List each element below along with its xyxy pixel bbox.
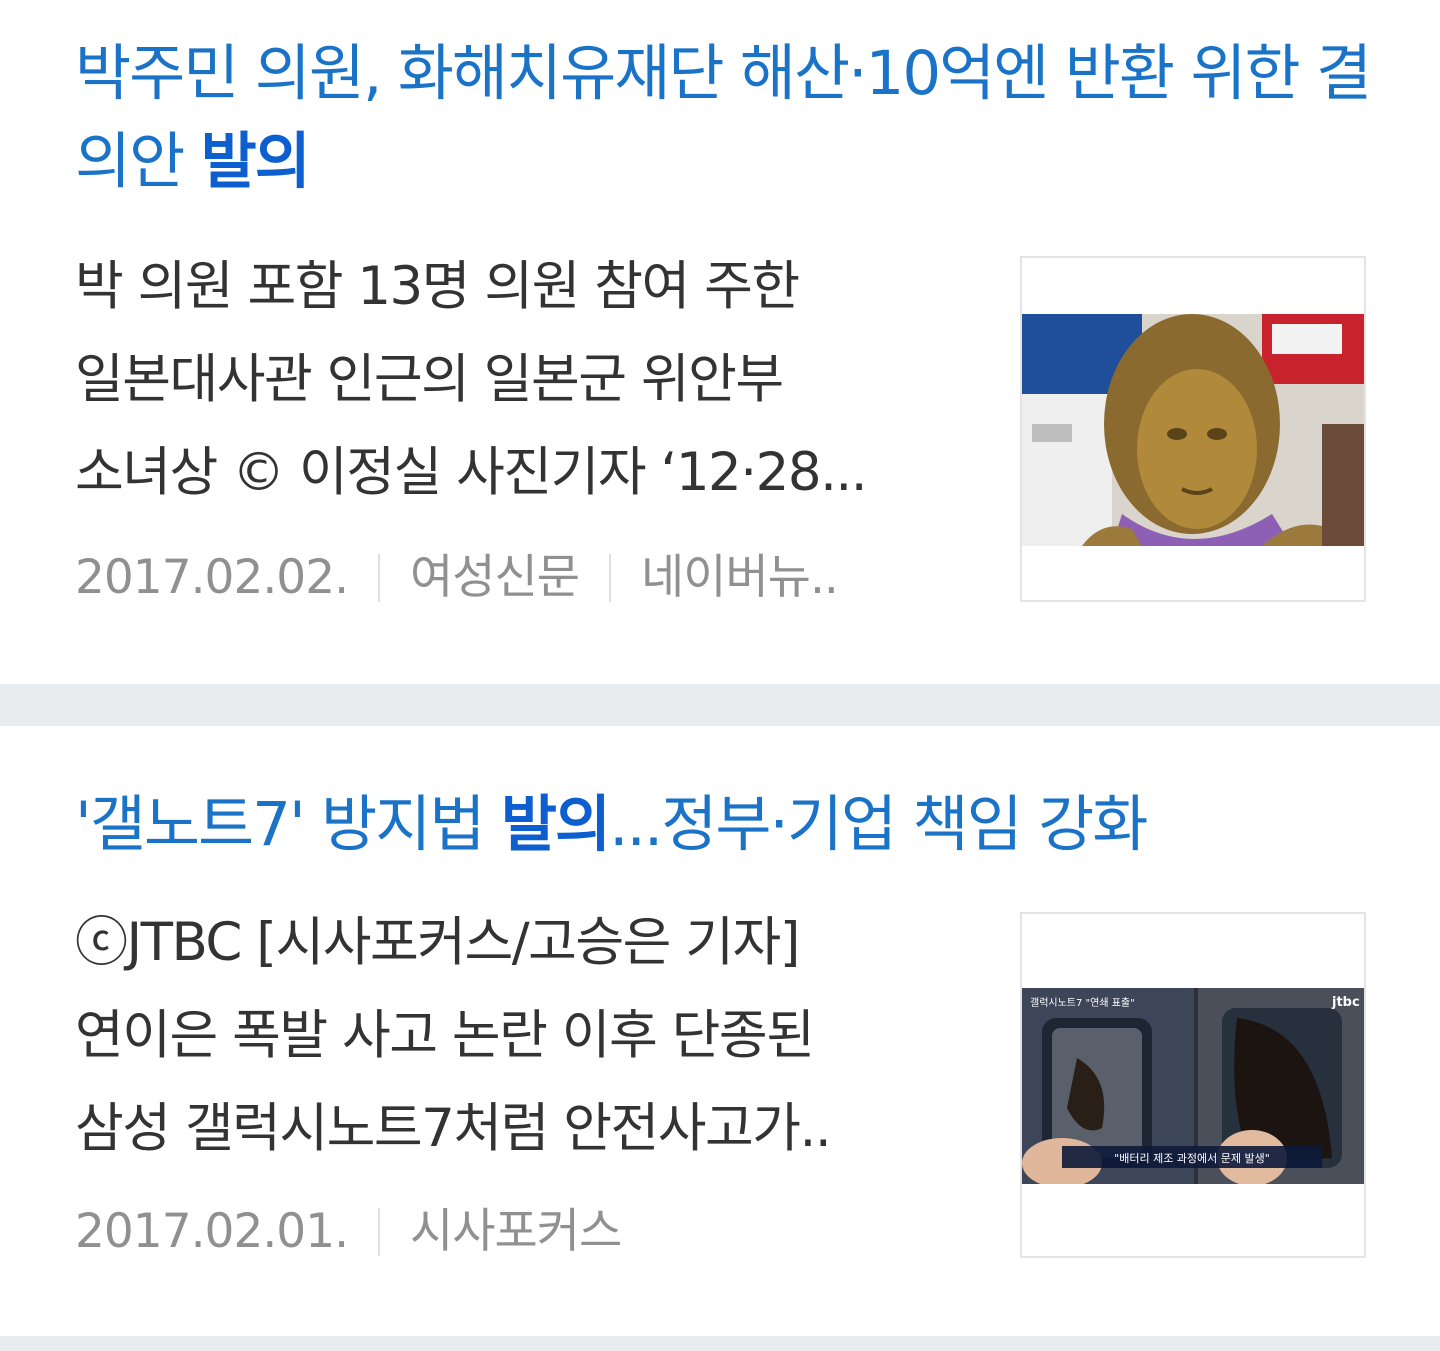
news-source[interactable]: 시사포커스 [410, 1197, 622, 1265]
news-snippet: ⓒJTBC [시사포커스/고승은 기자] 연이은 폭발 사고 논란 이후 단종된… [75, 896, 965, 1175]
naver-news-link[interactable]: 네이버뉴.. [641, 543, 839, 611]
news-title-link[interactable]: '갤노트7' 방지법 발의...정부·기업 책임 강화 [75, 781, 1375, 869]
meta-divider [378, 1207, 381, 1256]
jtbc-logo: jtbc [1331, 995, 1360, 1010]
highlight-keyword: 발의 [500, 789, 611, 860]
news-date: 2017.02.01. [75, 1203, 349, 1259]
svg-text:갤럭시노트7 "연쇄 표출": 갤럭시노트7 "연쇄 표출" [1030, 997, 1135, 1009]
news-item[interactable]: 박주민 의원, 화해치유재단 해산·10억엔 반환 위한 결의안 발의 박 의원… [0, 0, 1440, 684]
meta-divider [378, 553, 381, 602]
burnt-phone-photo-icon: 갤럭시노트7 "연쇄 표출" jtbc "배터리 제조 과정에서 문제 발생" [1022, 988, 1364, 1184]
news-source[interactable]: 여성신문 [410, 543, 580, 611]
meta-divider [609, 553, 612, 602]
title-text: ...정부·기업 책임 강화 [609, 789, 1148, 860]
burnt-phone-news-thumbnail[interactable]: 갤럭시노트7 "연쇄 표출" jtbc "배터리 제조 과정에서 문제 발생" [1020, 912, 1366, 1258]
news-meta: 2017.02.01. 시사포커스 [75, 1194, 965, 1264]
news-snippet: 박 의원 포함 13명 의원 참여 주한 일본대사관 인근의 일본군 위안부 소… [75, 240, 965, 519]
highlight-keyword: 발의 [200, 126, 311, 197]
snippet-line: 일본대사관 인근의 일본군 위안부 [75, 349, 784, 410]
snippet-line: 소녀상 © 이정실 사진기자 ‘12·28... [75, 442, 868, 503]
snippet-line: ⓒJTBC [시사포커스/고승은 기자] [75, 912, 800, 973]
news-meta: 2017.02.02. 여성신문 네이버뉴.. [75, 540, 965, 610]
snippet-line: 연이은 폭발 사고 논란 이후 단종된 [75, 1005, 815, 1066]
news-item[interactable]: '갤노트7' 방지법 발의...정부·기업 책임 강화 ⓒJTBC [시사포커스… [0, 726, 1440, 1336]
title-text: '갤노트7' 방지법 [75, 789, 501, 860]
snippet-line: 삼성 갤럭시노트7처럼 안전사고가.. [75, 1098, 832, 1159]
statue-photo-thumbnail[interactable] [1020, 256, 1366, 602]
statue-photo-icon [1022, 314, 1364, 546]
news-title-link[interactable]: 박주민 의원, 화해치유재단 해산·10억엔 반환 위한 결의안 발의 [75, 30, 1375, 206]
snippet-line: 박 의원 포함 13명 의원 참여 주한 [75, 256, 800, 317]
news-date: 2017.02.02. [75, 549, 349, 605]
thumbnail-caption: "배터리 제조 과정에서 문제 발생" [1114, 1152, 1270, 1165]
